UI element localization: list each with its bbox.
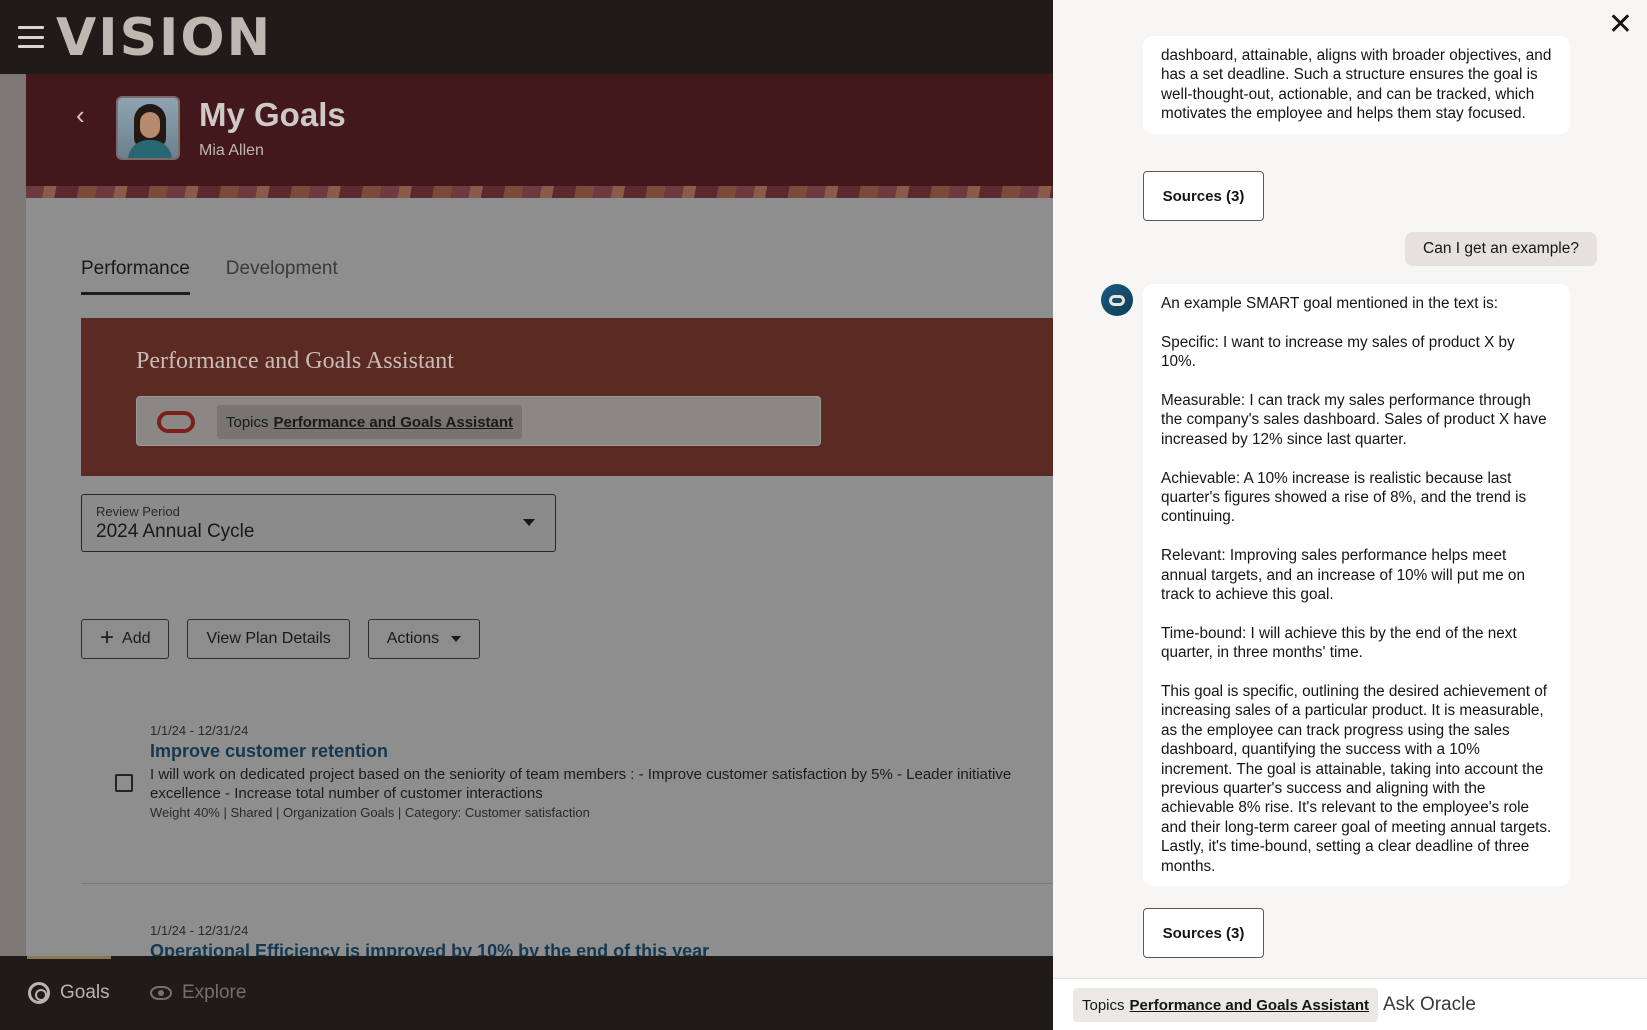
chat-footer: Topics Performance and Goals Assistant [1053,978,1647,1030]
answer-paragraph: Achievable: A 10% increase is realistic … [1161,469,1527,526]
assistant-title: Performance and Goals Assistant [136,348,454,374]
topic-chip[interactable]: Topics Performance and Goals Assistant [217,405,523,439]
assistant-input[interactable]: Topics Performance and Goals Assistant [136,396,821,446]
add-button[interactable]: + Add [81,619,170,659]
nav-goals-label: Goals [60,982,110,1003]
topics-prefix: Topics [1082,996,1125,1014]
nav-goals[interactable]: Goals [28,982,110,1004]
top-bar: VISION [0,0,1053,74]
topics-link[interactable]: Performance and Goals Assistant [274,414,514,431]
page-title: My Goals [199,96,346,133]
answer-paragraph: This goal is specific, outlining the des… [1161,683,1552,875]
sources-button[interactable]: Sources (3) [1143,171,1264,221]
add-label: Add [122,630,151,647]
assistant-avatar-icon [1101,284,1133,316]
plus-icon: + [100,624,115,651]
actions-button[interactable]: Actions [367,619,481,659]
goal-checkbox[interactable] [115,774,133,792]
view-plan-details-button[interactable]: View Plan Details [187,619,350,659]
left-edge [0,74,26,956]
goal-date-range: 1/1/24 - 12/31/24 [150,723,249,738]
target-icon [28,982,50,1004]
review-period-label: Review Period [96,504,180,519]
answer-paragraph: Specific: I want to increase my sales of… [1161,333,1515,371]
tab-performance[interactable]: Performance [81,258,190,295]
answer-paragraph: Time-bound: I will achieve this by the e… [1161,624,1517,662]
tab-development[interactable]: Development [226,258,338,295]
sources-button[interactable]: Sources (3) [1143,908,1264,958]
ask-oracle-input[interactable] [1383,989,1633,1021]
banner-pattern [26,186,1053,198]
answer-paragraph: Measurable: I can track my sales perform… [1161,392,1547,448]
goal-meta: Weight 40% | Shared | Organization Goals… [150,805,590,820]
assistant-panel: Performance and Goals Assistant Topics P… [81,318,1053,476]
chevron-down-icon [523,519,535,526]
close-icon[interactable]: ✕ [1608,10,1633,40]
menu-icon[interactable] [18,26,44,48]
assistant-message: An example SMART goal mentioned in the t… [1143,284,1570,887]
goal-date-range: 1/1/24 - 12/31/24 [150,923,249,938]
tab-bar: Performance Development [81,258,338,295]
main-content: Performance Development Performance and … [26,198,1053,961]
divider [81,883,1053,884]
goal-title-link[interactable]: Improve customer retention [150,741,388,762]
page-banner: ‹ My Goals Mia Allen [26,74,1053,198]
review-period-select[interactable]: Review Period 2024 Annual Cycle [81,494,556,552]
app-logo: VISION [56,8,273,68]
back-chevron-icon[interactable]: ‹ [76,100,85,131]
oracle-logo-icon [157,411,195,433]
user-avatar [116,96,180,160]
active-nav-indicator [27,956,111,959]
nav-explore[interactable]: Explore [150,982,246,1004]
assistant-message: dashboard, attainable, aligns with broad… [1143,36,1570,134]
chat-drawer: dashboard, attainable, aligns with broad… [1053,0,1647,1030]
goal-description: I will work on dedicated project based o… [150,766,1012,802]
bottom-nav: Goals Explore [0,956,1053,1030]
goals-app: VISION ‹ My Goals Mia Allen Performance … [0,0,1053,1030]
actions-label: Actions [386,630,440,647]
eye-icon [150,986,172,1000]
topics-link[interactable]: Performance and Goals Assistant [1130,997,1370,1014]
caret-down-icon [451,636,462,642]
goal-toolbar: + Add View Plan Details Actions [81,619,481,659]
answer-paragraph: Relevant: Improving sales performance he… [1161,547,1525,604]
chat-message-stream[interactable]: dashboard, attainable, aligns with broad… [1053,0,1647,978]
review-period-value: 2024 Annual Cycle [96,521,255,542]
topic-chip[interactable]: Topics Performance and Goals Assistant [1073,988,1379,1022]
nav-explore-label: Explore [182,982,247,1003]
user-message: Can I get an example? [1405,232,1597,266]
topics-prefix: Topics [226,413,269,431]
user-name: Mia Allen [199,142,264,159]
answer-paragraph: An example SMART goal mentioned in the t… [1161,295,1498,312]
